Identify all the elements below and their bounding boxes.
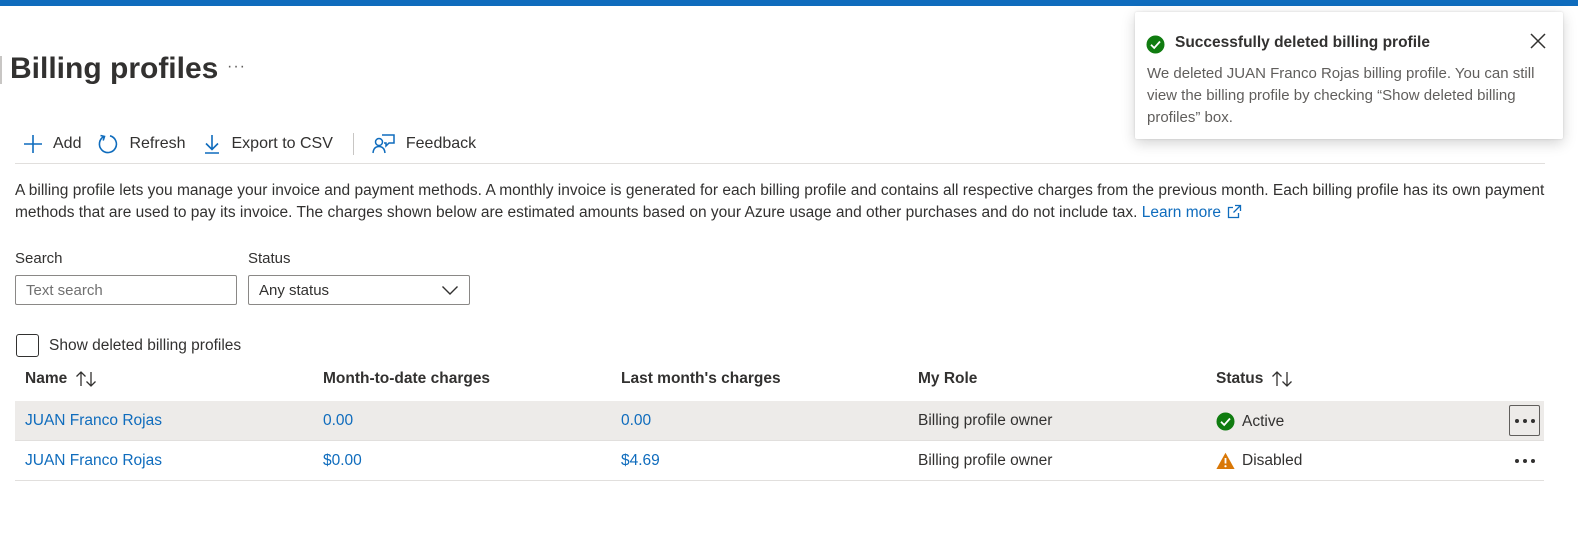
- column-header-my-role: My Role: [918, 370, 977, 388]
- column-header-mtd-charges: Month-to-date charges: [323, 370, 490, 388]
- learn-more-label: Learn more: [1141, 204, 1222, 221]
- more-options-button[interactable]: ···: [227, 58, 246, 76]
- more-dots-icon: [1514, 418, 1535, 423]
- search-label: Search: [15, 250, 63, 267]
- column-header-last-month-label: Last month's charges: [621, 370, 781, 387]
- checkbox-box[interactable]: [16, 334, 39, 357]
- last-month-charges-link[interactable]: $4.69: [621, 452, 660, 470]
- status-dropdown[interactable]: Any status: [248, 275, 470, 305]
- close-icon[interactable]: [1529, 32, 1547, 50]
- download-icon: [204, 135, 219, 154]
- column-header-name-label: Name: [25, 370, 68, 387]
- status-cell: Disabled: [1216, 452, 1302, 470]
- refresh-button[interactable]: Refresh: [89, 128, 193, 160]
- export-csv-button[interactable]: Export to CSV: [194, 128, 341, 160]
- column-header-status[interactable]: Status: [1216, 370, 1293, 388]
- sort-icon[interactable]: [1271, 370, 1293, 388]
- status-text: Active: [1242, 412, 1285, 430]
- learn-more-link[interactable]: Learn more: [1142, 204, 1242, 221]
- top-accent-bar: [0, 0, 1578, 6]
- role-cell: Billing profile owner: [918, 452, 1053, 469]
- page-title: Billing profiles: [10, 52, 219, 85]
- column-header-role-label: My Role: [918, 370, 978, 387]
- export-csv-label: Export to CSV: [231, 135, 333, 152]
- success-notification-toast: Successfully deleted billing profile We …: [1135, 12, 1563, 139]
- column-header-name[interactable]: Name: [25, 370, 97, 388]
- row-more-actions-button[interactable]: [1509, 405, 1540, 436]
- sort-icon[interactable]: [75, 370, 97, 388]
- warning-icon: [1216, 452, 1235, 469]
- description-text: A billing profile lets you manage your i…: [15, 182, 1545, 221]
- mtd-charges-link[interactable]: $0.00: [323, 452, 362, 470]
- feedback-icon: [372, 134, 395, 154]
- search-input[interactable]: [15, 275, 237, 305]
- status-dropdown-value: Any status: [259, 281, 330, 299]
- success-check-icon: [1146, 35, 1165, 54]
- column-header-mtd-label: Month-to-date charges: [323, 370, 491, 387]
- external-link-icon: [1227, 204, 1242, 219]
- more-dots-icon: [1514, 458, 1535, 463]
- feedback-button[interactable]: Feedback: [364, 128, 484, 160]
- success-check-icon: [1216, 412, 1235, 431]
- profile-name-link[interactable]: JUAN Franco Rojas: [25, 412, 162, 430]
- show-deleted-checkbox[interactable]: Show deleted billing profiles: [16, 334, 241, 357]
- status-filter-label: Status: [248, 250, 291, 267]
- last-month-charges-link[interactable]: 0.00: [621, 412, 651, 430]
- status-text: Disabled: [1242, 452, 1303, 469]
- plus-icon: [24, 135, 42, 153]
- add-button-label: Add: [53, 135, 82, 152]
- role-cell: Billing profile owner: [918, 412, 1053, 429]
- status-cell: Active: [1216, 412, 1284, 431]
- refresh-button-label: Refresh: [129, 135, 186, 152]
- mtd-charges-link[interactable]: 0.00: [323, 412, 353, 430]
- profile-name-link[interactable]: JUAN Franco Rojas: [25, 452, 162, 470]
- refresh-icon: [99, 134, 118, 154]
- toast-title: Successfully deleted billing profile: [1175, 34, 1430, 51]
- toast-message: We deleted JUAN Franco Rojas billing pro…: [1147, 65, 1535, 126]
- toolbar-divider: [15, 163, 1545, 164]
- left-accent-line: [0, 56, 2, 84]
- add-button[interactable]: Add: [15, 128, 89, 160]
- toolbar-separator: [352, 133, 354, 155]
- row-more-actions-button[interactable]: [1509, 445, 1540, 476]
- page-description: A billing profile lets you manage your i…: [15, 180, 1550, 224]
- chevron-down-icon: [442, 286, 458, 295]
- table-row[interactable]: JUAN Franco Rojas 0.00 0.00 Billing prof…: [15, 401, 1544, 441]
- feedback-button-label: Feedback: [405, 135, 477, 152]
- show-deleted-label: Show deleted billing profiles: [49, 336, 242, 354]
- table-row[interactable]: JUAN Franco Rojas $0.00 $4.69 Billing pr…: [15, 441, 1544, 481]
- column-header-status-label: Status: [1216, 370, 1264, 387]
- column-header-last-month-charges: Last month's charges: [621, 370, 781, 388]
- command-bar: Add Refresh Export to CSV Feedback: [15, 128, 484, 160]
